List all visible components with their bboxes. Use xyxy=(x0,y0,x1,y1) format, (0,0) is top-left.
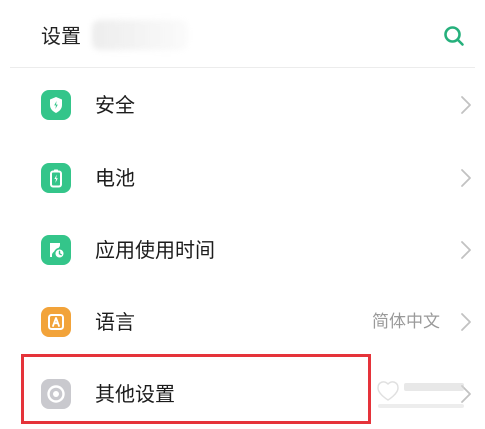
battery-icon xyxy=(41,163,71,193)
page-title: 设置 xyxy=(41,24,81,48)
settings-item-battery[interactable]: 电池 xyxy=(0,141,485,211)
settings-item-security[interactable]: 安全 xyxy=(0,68,485,138)
chevron-right-icon xyxy=(461,169,471,187)
settings-item-label: 其他设置 xyxy=(95,382,175,406)
other-settings-icon xyxy=(41,379,71,409)
search-icon[interactable] xyxy=(440,22,468,50)
chevron-right-icon xyxy=(461,241,471,259)
settings-item-app-usage-time[interactable]: 应用使用时间 xyxy=(0,213,485,283)
settings-item-language[interactable]: 语言 简体中文 xyxy=(0,285,485,355)
settings-item-label: 电池 xyxy=(95,166,135,190)
shield-icon xyxy=(41,90,71,120)
hourglass-clock-icon xyxy=(41,235,71,265)
app-header: 设置 xyxy=(0,0,485,68)
chevron-right-icon xyxy=(461,385,471,403)
blurred-header-text xyxy=(92,20,188,50)
language-a-icon xyxy=(41,307,71,337)
settings-item-other-settings[interactable]: 其他设置 xyxy=(0,357,485,427)
chevron-right-icon xyxy=(461,313,471,331)
chevron-right-icon xyxy=(461,96,471,114)
settings-item-label: 语言 xyxy=(95,310,135,334)
settings-item-label: 应用使用时间 xyxy=(95,238,215,262)
search-button[interactable] xyxy=(440,22,468,50)
settings-item-value: 简体中文 xyxy=(372,312,440,332)
settings-item-label: 安全 xyxy=(95,93,135,117)
